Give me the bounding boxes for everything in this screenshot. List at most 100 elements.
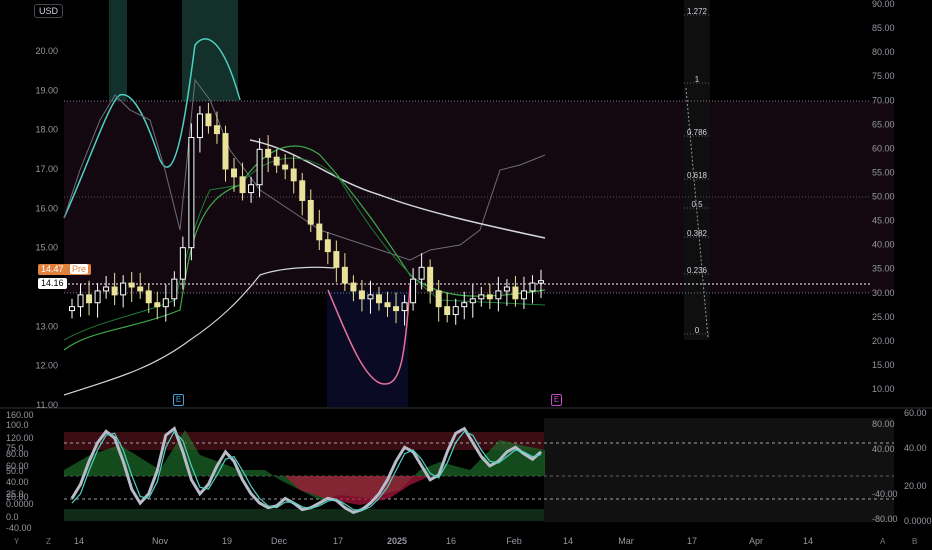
candle-body (299, 180, 306, 201)
osc-red-area (285, 476, 430, 505)
candle-body (452, 306, 459, 316)
candle-body (86, 294, 93, 304)
candle-body (111, 286, 118, 296)
osc-left-tick: 50.0 (6, 466, 24, 476)
earnings-marker[interactable]: E (551, 394, 562, 406)
candle-body (358, 290, 365, 300)
pre-price-value: 14.47 (41, 264, 64, 274)
candle-body (248, 184, 255, 194)
fib-level-label: 0.382 (687, 229, 708, 238)
time-tick: Feb (506, 536, 522, 546)
corner-label-b[interactable]: B (912, 537, 917, 546)
time-tick: Apr (749, 536, 763, 546)
osc-right-tick: 15.00 (872, 360, 895, 370)
osc-right-tick: 60.00 (904, 408, 927, 418)
candle-body (520, 290, 527, 300)
candle-body (290, 168, 297, 182)
price-tick: 11.00 (36, 400, 58, 410)
osc-right-tick: 45.00 (872, 216, 895, 226)
time-tick: 19 (222, 536, 232, 546)
osc-right-tick: 85.00 (872, 23, 895, 33)
candle-body (120, 282, 127, 296)
price-tick: 20.00 (35, 46, 58, 56)
corner-label-y[interactable]: Y (14, 537, 19, 546)
candle-body (239, 176, 246, 194)
candle-body (265, 148, 272, 158)
osc-left-tick: 0.0 (6, 512, 19, 522)
fib-level-label: 0.786 (687, 128, 708, 137)
osc-right-tick: 10.00 (872, 384, 895, 394)
osc-right-tick: 40.00 (872, 240, 895, 250)
candle-body (393, 306, 400, 312)
candle-body (401, 302, 408, 312)
candle-body (512, 286, 519, 300)
osc-right-tick: 55.00 (872, 167, 895, 177)
osc-right-tick: 35.00 (872, 264, 895, 274)
candle-body (205, 113, 212, 127)
osc-left-tick: 100.0 (6, 420, 29, 430)
fib-level-label: 0.236 (687, 266, 708, 275)
time-tick: Dec (271, 536, 288, 546)
osc-future-shade (544, 418, 894, 522)
price-tick: 13.00 (35, 321, 58, 331)
chart-canvas: 1.272 1 0.786 0.618 0.5 0.382 0.236 0 20.00 19.0… (0, 0, 932, 546)
time-tick: 14 (563, 536, 573, 546)
pre-market-band (182, 0, 238, 101)
time-tick: 17 (333, 536, 343, 546)
candle-body (69, 306, 75, 312)
osc-axis-right: 90.00 85.00 80.00 75.00 70.00 65.00 60.00 55.00… (872, 0, 895, 394)
candle-body (162, 298, 169, 308)
osc-left-tick: 75.0 (6, 443, 24, 453)
candle-body (179, 247, 186, 280)
fib-level-label: 0 (695, 326, 700, 335)
osc-right-tick: -80.00 (872, 514, 898, 524)
candle-body (307, 199, 314, 225)
osc-right-tick: 80.00 (872, 419, 895, 429)
corner-label-z[interactable]: Z (46, 537, 51, 546)
candle-body (282, 164, 289, 170)
candle-body (196, 113, 203, 139)
candle-body (367, 294, 374, 300)
candle-body (273, 156, 280, 166)
earnings-marker[interactable]: E (173, 394, 184, 406)
currency-button[interactable]: USD (34, 4, 64, 18)
osc-right-tick: 80.00 (872, 47, 895, 57)
candle-body (529, 282, 536, 292)
osc-left-tick: 40.00 (6, 477, 29, 487)
candle-body (188, 137, 195, 249)
osc-right-tick: 20.00 (872, 336, 895, 346)
candle-body (486, 294, 493, 300)
candle-body (538, 280, 544, 284)
panel-divider (0, 407, 932, 409)
candle-body (341, 266, 348, 284)
candle-body (418, 266, 425, 280)
fib-level-label: 0.618 (687, 171, 708, 180)
osc-right-tick: 70.00 (872, 95, 895, 105)
time-tick: 16 (446, 536, 456, 546)
osc-right-tick: 0.0000 (904, 516, 932, 526)
corner-label-a[interactable]: A (880, 537, 885, 546)
candle-body (444, 306, 451, 316)
candle-body (350, 282, 357, 292)
osc-right-tick: 50.00 (872, 192, 895, 202)
candle-body (495, 290, 502, 300)
candle-body (213, 125, 220, 135)
osc-left-tick: 0.0000 (6, 499, 34, 509)
osc-right-tick: -40.00 (872, 489, 898, 499)
candle-body (384, 302, 391, 308)
candle-body (256, 148, 263, 186)
candle-body (410, 278, 417, 304)
candle-body (316, 223, 323, 241)
candle-body (478, 294, 485, 300)
price-tick: 19.00 (35, 85, 58, 95)
last-price-badge: 14.16 (38, 278, 67, 289)
candle-body (435, 290, 442, 308)
candle-body (137, 286, 144, 292)
candle-body (128, 282, 135, 288)
fib-column (684, 0, 710, 340)
osc-right-tick: 25.00 (872, 312, 895, 322)
time-tick: 14 (74, 536, 84, 546)
price-tick: 16.00 (35, 203, 58, 213)
osc-right-tick: 20.00 (904, 481, 927, 491)
osc-oversold-zone (64, 509, 544, 521)
